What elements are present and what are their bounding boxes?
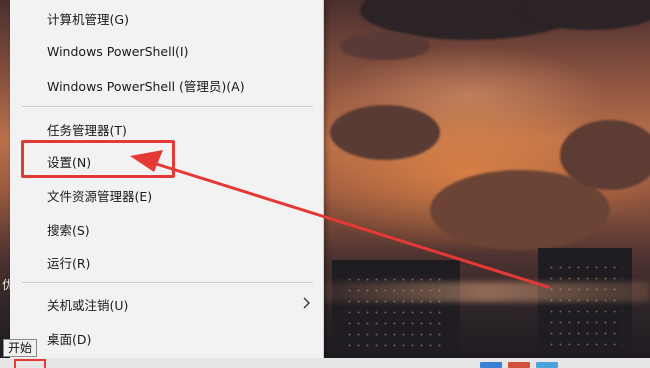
menu-item-desktop[interactable]: 桌面(D) <box>10 322 323 354</box>
chevron-right-icon <box>303 297 310 309</box>
building-silhouette <box>332 260 460 360</box>
menu-item-shutdown-signout[interactable]: 关机或注销(U) <box>10 288 323 320</box>
menu-item-label: Windows PowerShell(I) <box>47 43 189 59</box>
winx-context-menu: 计算机管理(G) Windows PowerShell(I) Windows P… <box>10 0 324 358</box>
menu-separator <box>22 106 313 107</box>
menu-item-computer-management[interactable]: 计算机管理(G) <box>10 2 323 34</box>
menu-item-powershell-admin[interactable]: Windows PowerShell (管理员)(A) <box>10 69 323 101</box>
settings-highlight-box <box>21 140 175 178</box>
cloud-shape <box>560 120 650 190</box>
menu-item-file-explorer[interactable]: 文件资源管理器(E) <box>10 179 323 211</box>
menu-item-label: 搜索(S) <box>47 222 90 238</box>
menu-item-label: 运行(R) <box>47 255 91 271</box>
cloud-shape <box>330 105 440 160</box>
taskbar-app-icon[interactable] <box>508 362 530 368</box>
start-tooltip: 开始 <box>3 339 38 357</box>
taskbar-app-icon[interactable] <box>480 362 502 368</box>
taskbar-app-icon[interactable] <box>536 362 558 368</box>
building-silhouette <box>538 248 632 360</box>
start-button-highlight[interactable] <box>14 359 46 368</box>
menu-item-powershell[interactable]: Windows PowerShell(I) <box>10 35 323 67</box>
menu-item-label: 文件资源管理器(E) <box>47 188 153 204</box>
menu-item-label: 计算机管理(G) <box>47 11 129 27</box>
menu-separator <box>22 282 313 283</box>
menu-item-run[interactable]: 运行(R) <box>10 246 323 278</box>
menu-item-label: 关机或注销(U) <box>47 297 129 313</box>
city-haze <box>322 282 650 302</box>
menu-item-search[interactable]: 搜索(S) <box>10 213 323 245</box>
menu-item-label: 任务管理器(T) <box>47 122 127 138</box>
menu-item-label: 桌面(D) <box>47 331 92 347</box>
menu-item-label: Windows PowerShell (管理员)(A) <box>47 78 245 94</box>
cloud-shape <box>340 32 430 60</box>
